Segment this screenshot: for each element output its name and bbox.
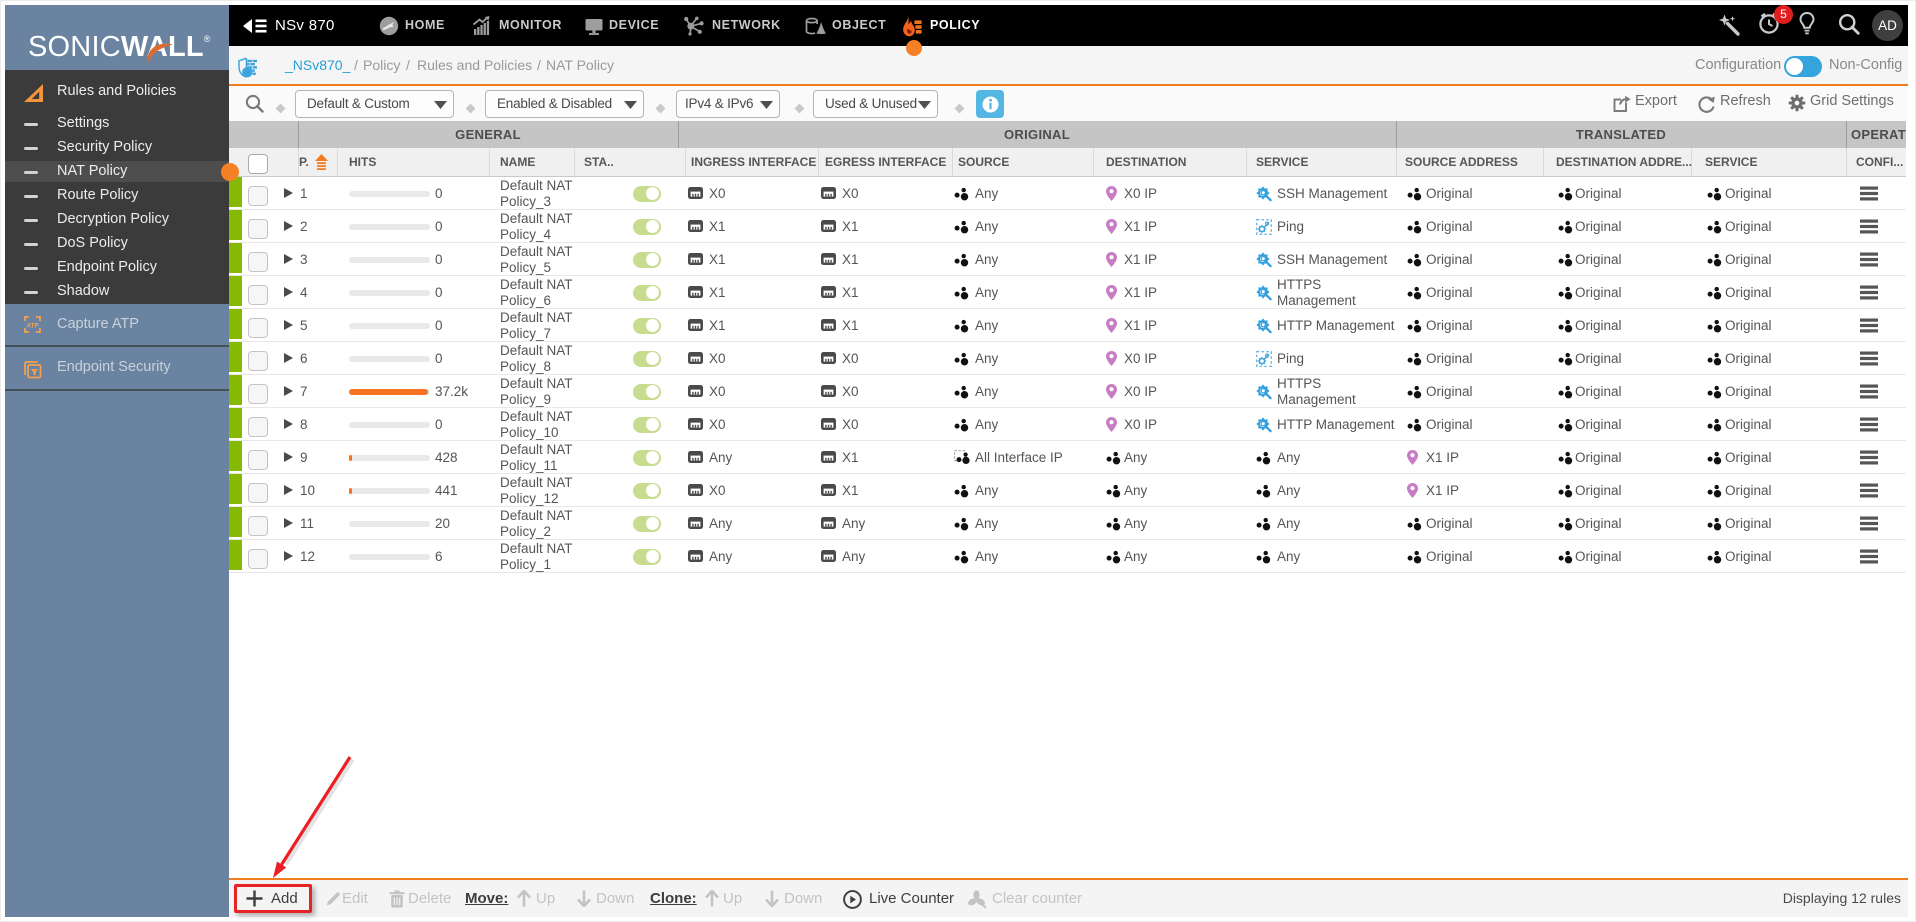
svg-text:ATP: ATP (26, 322, 39, 329)
